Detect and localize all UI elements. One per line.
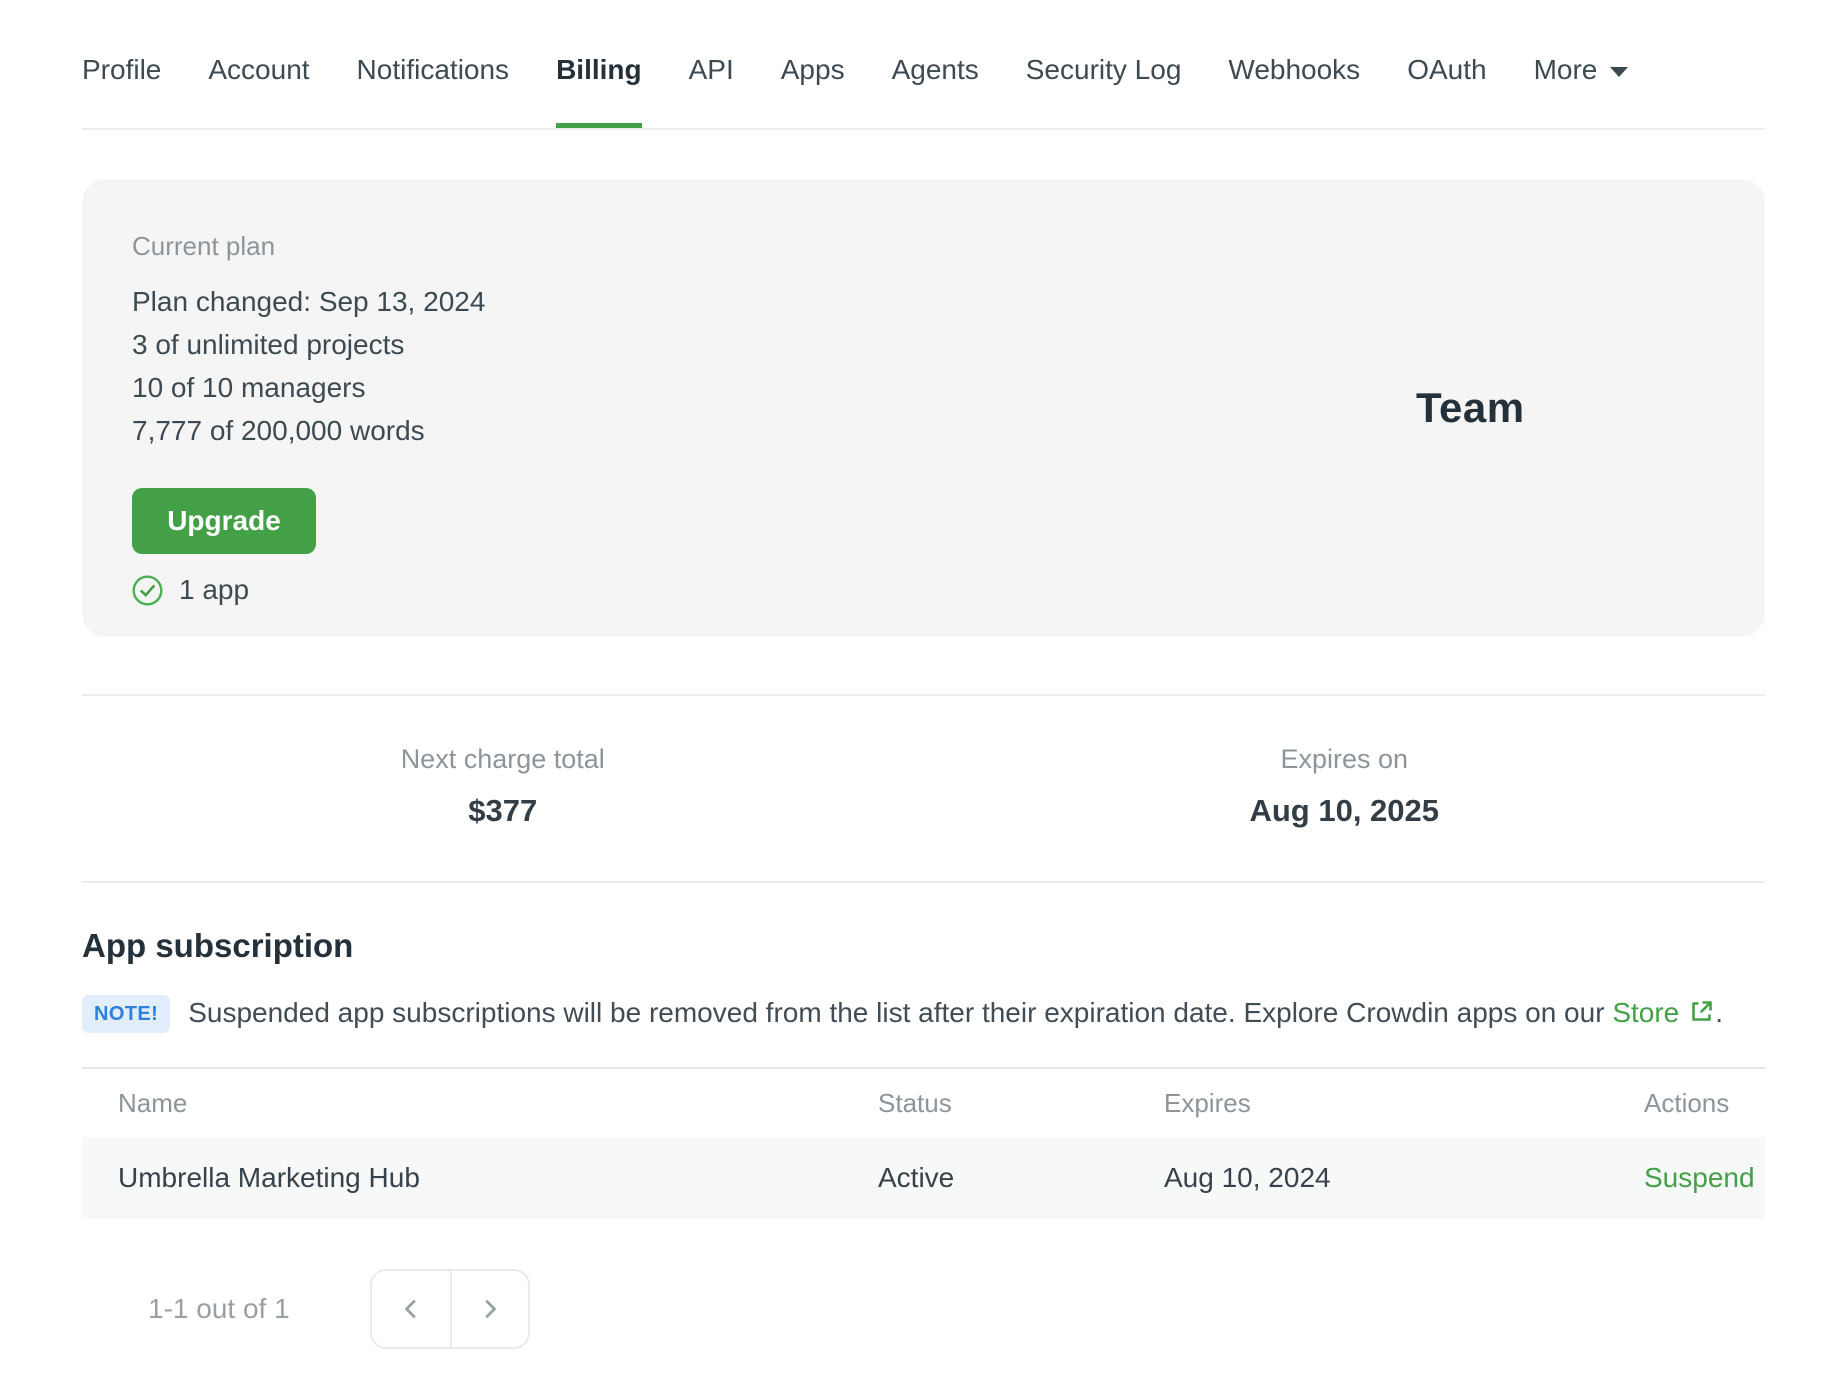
current-plan-label: Current plan (132, 231, 276, 261)
tab-apps[interactable]: Apps (781, 54, 845, 128)
column-header-status: Status (878, 1087, 952, 1118)
tab-security-log[interactable]: Security Log (1026, 54, 1182, 128)
column-header-name: Name (118, 1087, 188, 1118)
subscription-status: Active (878, 1162, 955, 1193)
chevron-left-icon (400, 1298, 422, 1320)
apps-count-row: 1 app (132, 574, 1715, 606)
next-charge-block: Next charge total $377 (82, 744, 924, 829)
plan-name: Team (1416, 384, 1525, 431)
tabs-bar: Profile Account Notifications Billing AP… (82, 0, 1765, 130)
tab-more[interactable]: More (1534, 54, 1629, 128)
upgrade-button[interactable]: Upgrade (132, 488, 316, 554)
tab-profile[interactable]: Profile (82, 54, 161, 128)
chevron-right-icon (479, 1298, 501, 1320)
next-charge-label: Next charge total (400, 744, 605, 774)
tab-account[interactable]: Account (208, 54, 309, 128)
subscription-name: Umbrella Marketing Hub (118, 1162, 420, 1193)
expires-on-label: Expires on (1280, 744, 1409, 774)
billing-page: Current plan Plan changed: Sep 13, 2024 … (82, 179, 1765, 1349)
note-text: Suspended app subscriptions will be remo… (188, 997, 1723, 1032)
settings-tabs-nav: Profile Account Notifications Billing AP… (0, 0, 1847, 130)
pagination-label: 1-1 out of 1 (148, 1293, 290, 1324)
billing-summary: Next charge total $377 Expires on Aug 10… (82, 696, 1765, 881)
current-plan-card: Current plan Plan changed: Sep 13, 2024 … (82, 179, 1765, 637)
next-charge-value: $377 (468, 793, 538, 828)
tab-notifications[interactable]: Notifications (357, 54, 510, 128)
chevron-down-icon (1610, 67, 1629, 77)
suspend-link[interactable]: Suspend (1644, 1162, 1755, 1193)
note-text-body: Suspended app subscriptions will be remo… (188, 996, 1605, 1028)
more-label: More (1533, 54, 1598, 85)
projects-usage-text: 3 of unlimited projects (132, 329, 405, 360)
table-header-row: Name Status Expires Actions (82, 1067, 1765, 1137)
app-subscription-section: App subscription NOTE! Suspended app sub… (82, 927, 1765, 1349)
column-header-expires: Expires (1164, 1087, 1251, 1118)
expires-on-block: Expires on Aug 10, 2025 (924, 744, 1766, 829)
apps-count-label: 1 app (179, 574, 250, 605)
pagination-buttons (369, 1269, 530, 1349)
pagination: 1-1 out of 1 (82, 1269, 1765, 1349)
tab-oauth[interactable]: OAuth (1407, 54, 1486, 128)
note-row: NOTE! Suspended app subscriptions will b… (82, 995, 1765, 1033)
table-row: Umbrella Marketing Hub Active Aug 10, 20… (82, 1137, 1765, 1219)
app-subscription-title: App subscription (82, 927, 354, 964)
expires-on-value: Aug 10, 2025 (1249, 793, 1440, 828)
store-link[interactable]: Store (1612, 997, 1679, 1028)
note-badge: NOTE! (82, 995, 171, 1033)
tab-agents[interactable]: Agents (892, 54, 979, 128)
next-page-button[interactable] (449, 1271, 528, 1347)
subscription-expires: Aug 10, 2024 (1164, 1162, 1331, 1193)
note-text-suffix: . (1715, 996, 1724, 1028)
column-header-actions: Actions (1644, 1087, 1730, 1118)
tab-webhooks[interactable]: Webhooks (1228, 54, 1360, 128)
previous-page-button[interactable] (371, 1271, 450, 1347)
tab-billing[interactable]: Billing (556, 54, 642, 128)
plan-changed-text: Plan changed: Sep 13, 2024 (132, 286, 486, 317)
check-circle-icon (132, 574, 163, 606)
external-link-icon[interactable] (1688, 998, 1715, 1032)
subscriptions-table: Name Status Expires Actions Umbrella Mar… (82, 1067, 1765, 1219)
section-divider (82, 881, 1765, 883)
tab-api[interactable]: API (689, 54, 734, 128)
